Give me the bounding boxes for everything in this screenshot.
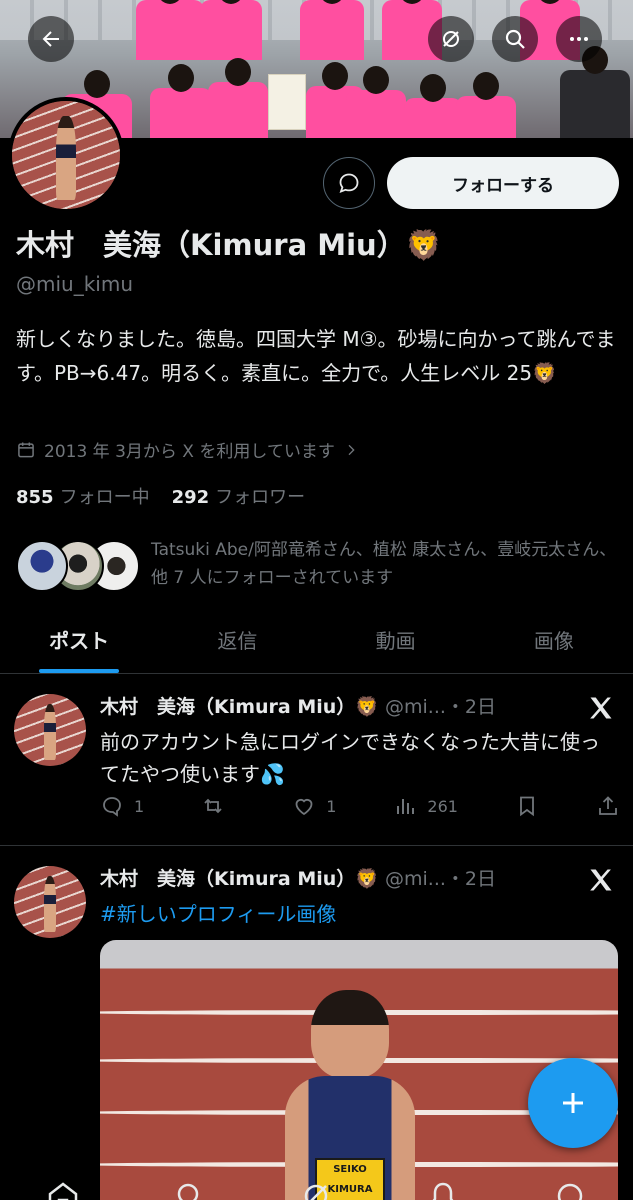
post-meta: @mi...・2日 [378,696,497,718]
profile-name: 木村 美海（Kimura Miu）🦁 [16,228,442,262]
bottom-nav [0,1170,633,1200]
following-count: 855 [16,487,54,508]
follow-counts: 855 フォロー中 292 フォロワー [16,483,305,509]
message-icon [339,173,359,194]
following-label: フォロー中 [59,487,150,508]
banner-person [200,0,262,60]
heart-icon [295,798,313,816]
plus-icon [563,1093,583,1113]
message-button[interactable] [323,157,375,209]
search-icon [505,29,525,49]
post-author[interactable]: 木村 美海（Kimura Miu）🦁 [100,868,379,890]
views-icon [397,799,415,814]
followed-by-avatars [16,540,140,592]
post-hashtag[interactable]: #新しいプロフィール画像 [100,898,336,927]
compose-button[interactable] [528,1058,618,1148]
avatar-runner [56,116,76,201]
bookmark-button[interactable] [515,794,539,818]
grok-button[interactable] [428,16,474,62]
follow-button[interactable]: フォローする [387,157,619,209]
followers-count: 292 [171,487,210,508]
bookmark-icon [520,796,534,817]
search-icon[interactable] [172,1178,208,1200]
like-count: 1 [326,796,337,816]
joined-text: 2013 年 3月から X を利用しています [44,442,335,462]
tab-images[interactable]: 画像 [475,606,633,673]
followers-label: フォロワー [215,487,306,508]
post[interactable]: 木村 美海（Kimura Miu）🦁 @mi...・2日 前のアカウント急にログ… [0,676,633,846]
banner-person [300,0,364,60]
post-author[interactable]: 木村 美海（Kimura Miu）🦁 [100,696,379,718]
reply-button[interactable]: 1 [100,794,144,818]
post-image[interactable]: SEIKO KIMURA [100,940,618,1200]
post-header: 木村 美海（Kimura Miu）🦁 @mi...・2日 [100,692,590,719]
x-logo-icon [590,697,612,719]
tab-replies[interactable]: 返信 [158,606,316,673]
reply-icon [103,797,121,817]
follower-avatar [16,540,68,592]
post[interactable]: 木村 美海（Kimura Miu）🦁 @mi...・2日 #新しいプロフィール画… [0,848,633,1200]
view-count: 261 [427,796,458,816]
tab-posts[interactable]: ポスト [0,606,158,673]
banner-person [150,64,212,138]
post-avatar[interactable] [14,694,86,766]
athlete-figure: SEIKO KIMURA [285,990,415,1200]
profile-tabs: ポスト 返信 動画 画像 [0,606,633,674]
post-actions: 1 1 261 [100,794,620,818]
profile-bio: 新しくなりました。徳島。四国大学 M③。砂場に向かって跳んでます。PB→6.47… [16,327,616,385]
banner-person [404,74,462,138]
grok-icon[interactable] [298,1178,334,1200]
reply-count: 1 [134,796,145,816]
followed-by[interactable]: Tatsuki Abe/阿部竜希さん、植松 康太さん、壹岐元太さん、他 7 人に… [16,536,626,596]
notifications-icon[interactable] [425,1178,461,1200]
following-link[interactable]: 855 フォロー中 [16,483,150,509]
messages-icon[interactable] [552,1178,588,1200]
banner-person [456,72,516,138]
profile-handle: @miu_kimu [16,272,134,296]
chevron-right-icon [348,444,355,455]
avatar-image [12,101,120,209]
banner-person [346,66,406,138]
banner-person [208,58,268,138]
home-icon[interactable] [45,1178,81,1200]
athlete-head [311,990,389,1078]
back-button[interactable] [28,16,74,62]
more-icon [570,37,588,41]
views-button[interactable]: 261 [393,794,458,818]
share-button[interactable] [596,794,620,818]
back-arrow-icon [42,31,59,47]
more-button[interactable] [556,16,602,62]
tab-videos[interactable]: 動画 [317,606,475,673]
post-meta: @mi...・2日 [378,868,497,890]
post-avatar[interactable] [14,866,86,938]
banner-certificate [268,74,306,130]
post-text: 前のアカウント急にログインできなくなった大昔に使ってたやつ使います💦 [100,730,600,786]
search-button[interactable] [492,16,538,62]
profile-avatar[interactable] [8,97,124,213]
calendar-icon [18,442,34,457]
joined-date[interactable]: 2013 年 3月から X を利用しています [16,437,359,462]
x-logo-icon [590,869,612,891]
post-header: 木村 美海（Kimura Miu）🦁 @mi...・2日 [100,864,590,891]
repost-icon [204,798,222,814]
followers-link[interactable]: 292 フォロワー [172,483,306,509]
followed-by-text: Tatsuki Abe/阿部竜希さん、植松 康太さん、壹岐元太さん、他 7 人に… [151,540,617,588]
share-icon [599,796,617,815]
grok-icon [443,31,459,47]
repost-button[interactable] [201,794,235,818]
banner-person [136,0,204,60]
like-button[interactable]: 1 [292,794,336,818]
banner-person [560,46,630,138]
